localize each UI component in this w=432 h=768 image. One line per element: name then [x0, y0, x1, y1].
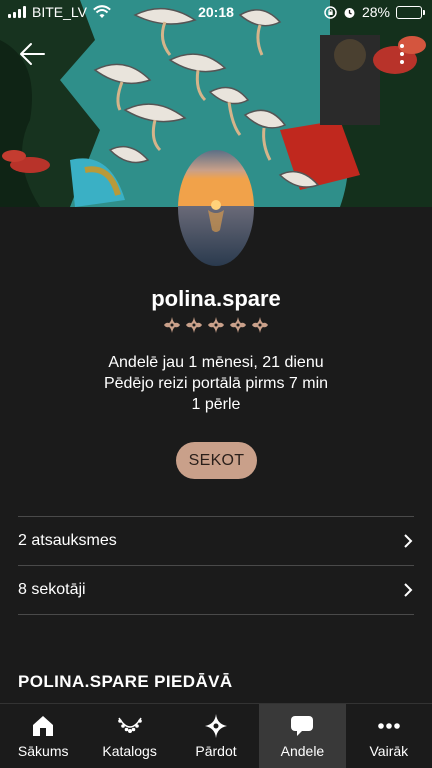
star-icon — [164, 317, 180, 333]
star-icon — [252, 317, 268, 333]
tab-catalog[interactable]: Katalogs — [86, 704, 172, 768]
more-dots-icon — [378, 722, 400, 729]
more-options-button[interactable] — [392, 40, 412, 68]
more-vertical-icon — [400, 44, 404, 48]
sparkle-icon — [205, 713, 228, 738]
home-icon — [33, 715, 54, 736]
tab-catalog-label: Katalogs — [102, 742, 157, 759]
alarm-icon — [344, 7, 355, 18]
orientation-lock-icon — [324, 5, 337, 19]
avatar[interactable] — [178, 150, 254, 266]
tab-sell[interactable]: Pārdot — [173, 704, 259, 768]
profile-links: 2 atsauksmes 8 sekotāji — [18, 516, 414, 615]
pearls-text: 1 pērle — [191, 396, 241, 413]
section-title: POLINA.SPARE PIEDĀVĀ — [18, 672, 233, 691]
tab-home[interactable]: Sākums — [0, 704, 86, 768]
follow-button[interactable]: SEKOT — [176, 442, 257, 479]
signal-icon — [8, 6, 26, 18]
bottom-tab-bar: Sākums Katalogs Pārdot Andele Vairāk — [0, 703, 432, 768]
back-button[interactable] — [16, 38, 48, 70]
chat-icon — [291, 715, 314, 736]
tab-sell-label: Pārdot — [195, 742, 237, 759]
tab-home-label: Sākums — [17, 742, 69, 759]
rating-stars — [0, 316, 432, 334]
status-bar: BITE_LV 20:18 28% — [0, 0, 432, 24]
tab-andele-label: Andele — [280, 742, 325, 759]
chevron-right-icon — [404, 583, 413, 597]
member-since-text: Andelē jau 1 mēnesi, 21 dienu — [108, 354, 324, 371]
status-left: BITE_LV — [8, 4, 111, 20]
status-right: 28% — [324, 4, 425, 20]
username: polina.spare — [151, 286, 281, 311]
carrier-label: BITE_LV — [32, 4, 87, 20]
arrow-left-icon — [20, 43, 45, 65]
necklace-icon — [117, 717, 142, 733]
reviews-row[interactable]: 2 atsauksmes — [18, 517, 414, 566]
star-icon — [230, 317, 246, 333]
followers-row[interactable]: 8 sekotāji — [18, 566, 414, 615]
followers-label: 8 sekotāji — [18, 581, 86, 598]
chevron-right-icon — [404, 534, 413, 548]
wifi-icon — [93, 5, 111, 18]
profile-info: Andelē jau 1 mēnesi, 21 dienu Pēdējo rei… — [0, 352, 432, 415]
reviews-label: 2 atsauksmes — [18, 532, 117, 549]
avatar-sunset-image — [178, 150, 254, 266]
star-icon — [208, 317, 224, 333]
battery-percent: 28% — [361, 4, 390, 20]
tab-andele[interactable]: Andele — [259, 704, 346, 768]
star-icon — [186, 317, 202, 333]
tab-more-label: Vairāk — [369, 742, 409, 759]
battery-icon — [396, 5, 425, 19]
tab-more[interactable]: Vairāk — [346, 704, 432, 768]
last-seen-text: Pēdējo reizi portālā pirms 7 min — [103, 375, 329, 392]
